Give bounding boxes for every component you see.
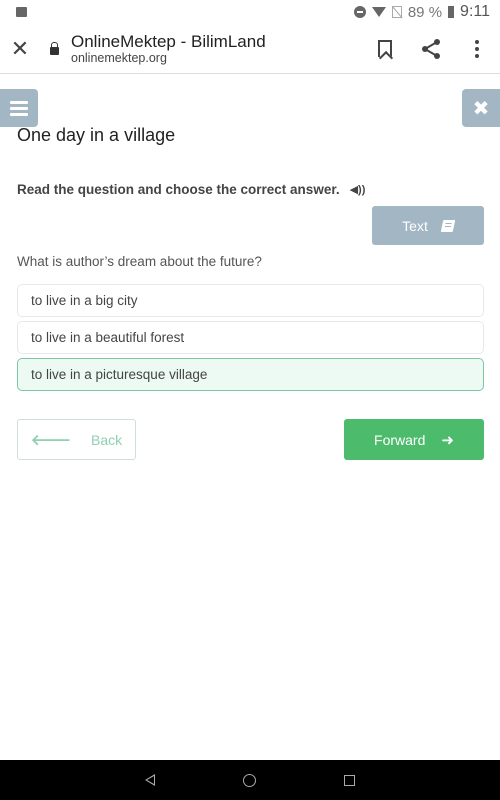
bookmark-button[interactable] (362, 40, 408, 57)
bookmark-icon (378, 40, 392, 57)
forward-button-label: Forward (374, 431, 426, 448)
clock: 9:11 (460, 3, 490, 20)
no-sim-icon (391, 6, 402, 18)
page-title: OnlineMektep - BilimLand (71, 32, 266, 51)
nav-back-icon[interactable] (145, 774, 155, 786)
hamburger-icon-bar (10, 106, 28, 110)
page-info[interactable]: OnlineMektep - BilimLand onlinemektep.or… (71, 32, 266, 65)
answer-option-selected[interactable]: to live in a picturesque village (17, 358, 484, 391)
answer-option-label: to live in a big city (31, 293, 138, 308)
question-text: What is author’s dream about the future? (17, 254, 262, 269)
back-button-label: Back (91, 431, 123, 448)
hamburger-icon-bar (10, 112, 28, 116)
text-button[interactable]: Text (372, 206, 484, 245)
system-nav-bar (0, 760, 500, 800)
instruction-text: Read the question and choose the correct… (17, 182, 340, 197)
back-button[interactable]: 🡐 Back (17, 419, 136, 460)
do-not-disturb-icon (353, 6, 366, 18)
battery-icon (448, 6, 455, 18)
arrow-right-icon: ➜ (441, 431, 454, 449)
answer-option[interactable]: to live in a big city (17, 284, 484, 317)
status-bar: 89 % 9:11 (0, 0, 500, 24)
nav-recents-icon[interactable] (344, 774, 355, 786)
lock-icon (50, 41, 59, 55)
more-options-button[interactable] (454, 39, 500, 58)
forward-button[interactable]: Forward ➜ (344, 419, 484, 460)
hamburger-icon-bar (10, 100, 28, 104)
book-icon (440, 219, 456, 232)
page-url: onlinemektep.org (71, 51, 167, 65)
share-icon (422, 38, 440, 59)
answer-options: to live in a big city to live in a beaut… (17, 284, 484, 395)
exit-lesson-button[interactable]: ✖ (462, 89, 500, 127)
arrow-left-icon: 🡐 (30, 432, 72, 449)
wifi-icon (371, 7, 386, 17)
close-icon: ✖ (472, 97, 490, 120)
answer-option-label: to live in a picturesque village (31, 367, 208, 382)
battery-percent: 89 % (407, 3, 443, 21)
more-vert-icon (475, 39, 479, 58)
nav-home-icon[interactable] (243, 773, 256, 787)
browser-toolbar: ✕ OnlineMektep - BilimLand onlinemektep.… (0, 24, 500, 74)
answer-option-label: to live in a beautiful forest (31, 330, 185, 345)
answer-option[interactable]: to live in a beautiful forest (17, 321, 484, 354)
lesson-title: One day in a village (17, 125, 176, 145)
instruction: Read the question and choose the correct… (17, 182, 365, 197)
menu-button[interactable] (0, 89, 38, 127)
speaker-icon[interactable]: ◀)) (350, 183, 366, 196)
text-button-label: Text (402, 217, 428, 234)
share-button[interactable] (408, 38, 454, 60)
image-notification-icon (16, 7, 27, 17)
close-tab-button[interactable]: ✕ (0, 36, 40, 62)
